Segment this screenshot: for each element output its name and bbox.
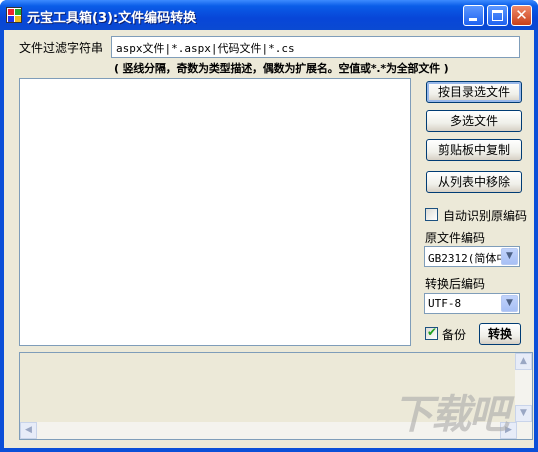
file-list[interactable] <box>19 78 411 346</box>
close-icon: ✕ <box>515 6 528 24</box>
copy-from-clipboard-button[interactable]: 剪贴板中复制 <box>426 139 522 161</box>
target-encoding-label: 转换后编码 <box>425 277 486 291</box>
source-encoding-value: GB2312(简体中 <box>428 252 504 265</box>
target-encoding-select[interactable]: UTF-8 ▼ <box>424 293 520 314</box>
minimize-button[interactable] <box>463 5 484 26</box>
select-by-directory-button[interactable]: 按目录选文件 <box>426 81 522 103</box>
auto-detect-label: 自动识别原编码 <box>443 209 528 223</box>
chevron-down-icon: ▼ <box>506 298 513 308</box>
window-title: 元宝工具箱(3):文件编码转换 <box>27 11 197 26</box>
filter-input[interactable]: aspx文件|*.aspx|代码文件|*.cs <box>111 36 520 58</box>
app-window: 元宝工具箱(3):文件编码转换 ✕ 文件过滤字符串 aspx文件|*.aspx|… <box>0 0 538 452</box>
target-encoding-value: UTF-8 <box>428 297 462 310</box>
chevron-down-icon: ▼ <box>506 251 513 261</box>
maximize-icon <box>492 10 503 21</box>
scroll-up-icon[interactable]: ▲ <box>515 353 532 370</box>
dropdown-button[interactable]: ▼ <box>501 248 518 265</box>
scroll-left-icon[interactable]: ◀ <box>20 422 37 439</box>
backup-checkbox[interactable]: ✔ <box>425 325 438 340</box>
source-encoding-label: 原文件编码 <box>425 231 486 245</box>
auto-detect-checkbox[interactable] <box>425 208 438 221</box>
title-bar[interactable]: 元宝工具箱(3):文件编码转换 ✕ <box>0 0 538 30</box>
scroll-down-icon[interactable]: ▼ <box>515 405 532 422</box>
checkmark-icon: ✔ <box>426 325 438 339</box>
filter-hint: ( 竖线分隔，奇数为类型描述，偶数为扩展名。空值或*.*为全部文件 ) <box>114 62 449 75</box>
remove-from-list-button[interactable]: 从列表中移除 <box>426 171 522 193</box>
minimize-icon <box>469 18 477 21</box>
vertical-scrollbar[interactable]: ▲ ▼ <box>515 353 532 439</box>
close-button[interactable]: ✕ <box>511 5 532 26</box>
convert-button[interactable]: 转换 <box>479 323 521 345</box>
dropdown-button[interactable]: ▼ <box>501 295 518 312</box>
filter-label: 文件过滤字符串 <box>19 41 104 55</box>
maximize-button[interactable] <box>487 5 508 26</box>
multi-select-files-button[interactable]: 多选文件 <box>426 110 522 132</box>
watermark-logo: 下载吧 <box>393 392 509 438</box>
source-encoding-select[interactable]: GB2312(简体中 ▼ <box>424 246 520 267</box>
app-icon[interactable] <box>6 7 22 23</box>
backup-label: 备份 <box>442 328 467 342</box>
